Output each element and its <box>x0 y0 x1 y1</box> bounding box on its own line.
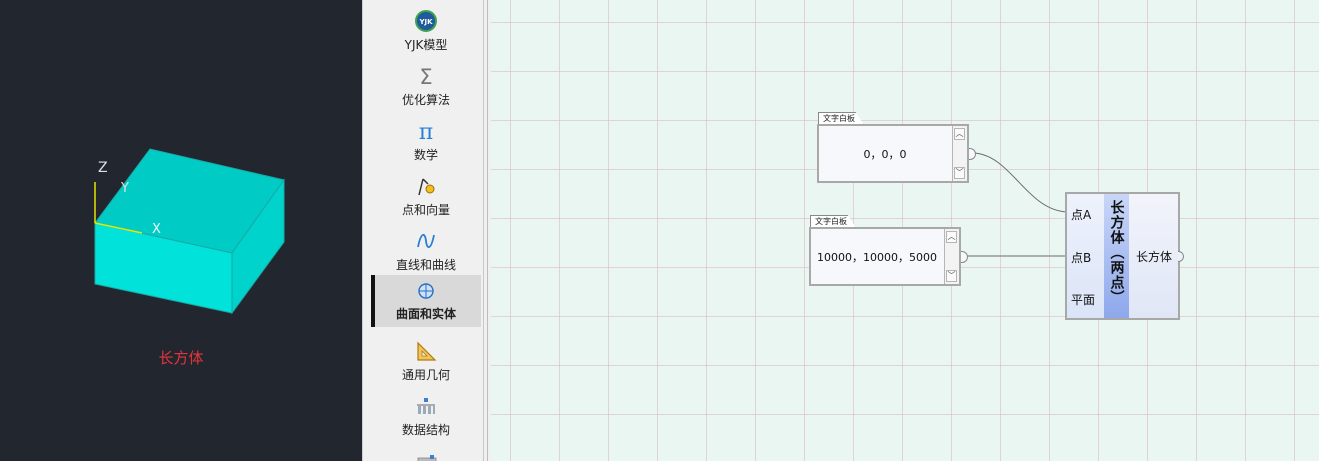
panel-body[interactable]: 0，0，0 ︿ ﹀ <box>817 124 969 183</box>
input-point-a[interactable]: 点A <box>1071 206 1091 223</box>
panel-body[interactable]: 10000，10000，5000 ︿ ﹀ <box>809 227 961 286</box>
scroll-up-button[interactable]: ︿ <box>954 128 965 140</box>
toolbox-item-label: 直线和曲线 <box>395 258 456 272</box>
point-vector-icon <box>418 178 435 196</box>
output-box[interactable]: 长方体 <box>1136 248 1172 265</box>
component-toolbox: YJK YJK模型 Σ 优化算法 π 数学 点和向量 直线和曲线 曲面和实体 通… <box>362 0 491 461</box>
x-axis-label: X <box>152 222 161 237</box>
toolbox-item-lines-curves[interactable]: 直线和曲线 <box>371 226 481 278</box>
svg-text:YJK: YJK <box>418 18 433 26</box>
panel-scrollbar[interactable]: ︿ ﹀ <box>944 229 959 284</box>
toolbox-item-label: 数学 <box>413 148 438 162</box>
input-plane[interactable]: 平面 <box>1071 291 1095 308</box>
text-panel-point-b[interactable]: 文字白板 10000，10000，5000 ︿ ﹀ <box>809 215 968 287</box>
scroll-down-button[interactable]: ﹀ <box>954 167 965 179</box>
curve-icon <box>417 234 435 248</box>
data-structure-icon <box>417 398 435 414</box>
text-panel-point-a[interactable]: 文字白板 0，0，0 ︿ ﹀ <box>817 112 976 184</box>
surface-solid-icon <box>418 283 434 299</box>
toolbox-item-point-vector[interactable]: 点和向量 <box>371 171 481 223</box>
box-two-points-component[interactable]: 点A 点B 平面 长方体（两点） 长方体 <box>1065 192 1184 320</box>
box-preview: Z Y X <box>94 148 285 315</box>
svg-text:π: π <box>419 120 433 142</box>
y-axis-label: Y <box>120 181 129 196</box>
pi-icon: π <box>419 120 433 142</box>
toolbox-item-label: YJK模型 <box>404 38 448 52</box>
triangle-ruler-icon <box>417 341 437 361</box>
toolbox-item-label: 曲面和实体 <box>395 307 456 321</box>
input-point-b[interactable]: 点B <box>1071 249 1091 266</box>
panel-value[interactable]: 10000，10000，5000 <box>811 229 943 284</box>
component-title-strip[interactable]: 长方体（两点） <box>1104 194 1129 318</box>
toolbox-item-partial[interactable] <box>416 450 438 461</box>
toolbox-item-yjk-model[interactable]: YJK YJK模型 <box>371 6 481 58</box>
toolbox-item-optimization[interactable]: Σ 优化算法 <box>371 61 481 113</box>
scroll-down-button[interactable]: ﹀ <box>946 270 957 282</box>
toolbox-item-data-structures[interactable]: 数据结构 <box>371 391 481 443</box>
z-axis-label: Z <box>98 160 108 176</box>
toolbox-item-label: 点和向量 <box>401 203 450 217</box>
toolbox-divider <box>483 0 484 461</box>
viewport-caption: 长方体 <box>158 349 204 367</box>
sigma-icon: Σ <box>419 65 432 87</box>
toolbox-item-label: 通用几何 <box>401 368 450 382</box>
more-tools-icon <box>417 455 437 461</box>
yjk-logo-icon: YJK <box>415 10 437 32</box>
toolbox-item-general-geometry[interactable]: 通用几何 <box>371 336 481 388</box>
3d-viewport[interactable]: Z Y X 长方体 <box>0 0 362 461</box>
toolbox-item-label: 数据结构 <box>401 423 450 437</box>
toolbox-item-label: 优化算法 <box>401 93 450 107</box>
svg-text:Σ: Σ <box>419 65 432 87</box>
panel-value[interactable]: 0，0，0 <box>819 126 951 181</box>
toolbox-item-math[interactable]: π 数学 <box>371 116 481 168</box>
node-canvas[interactable]: 文字白板 0，0，0 ︿ ﹀ 文字白板 10000，10000，5000 ︿ ﹀… <box>491 0 1319 461</box>
panel-scrollbar[interactable]: ︿ ﹀ <box>952 126 967 181</box>
component-title: 长方体（两点） <box>1108 200 1125 305</box>
wire-point-a <box>971 152 1069 213</box>
toolbox-item-surfaces-solids[interactable]: 曲面和实体 <box>371 275 481 327</box>
scroll-up-button[interactable]: ︿ <box>946 231 957 243</box>
toolbox-scroll-divider <box>487 0 488 461</box>
